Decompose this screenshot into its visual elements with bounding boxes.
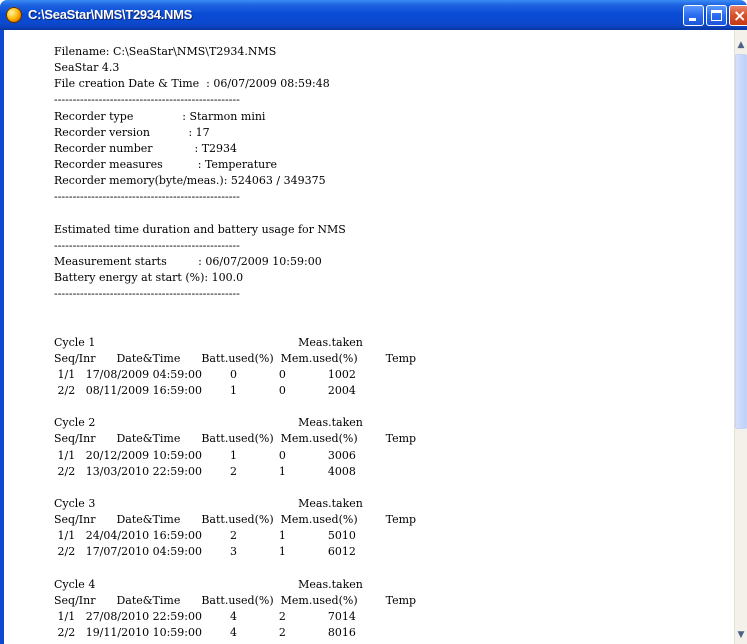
text-line: Recorder number : T2934 [54,141,238,155]
text-line: 2/2 17/07/2010 04:59:00 3 1 6012 [54,545,356,559]
text-line: Cycle 2 Meas.taken [54,416,363,430]
text-line: 1/1 17/08/2009 04:59:00 0 0 1002 [54,367,356,381]
text-line: Recorder memory(byte/meas.): 524063 / 34… [54,174,326,188]
text-line: Recorder type : Starmon mini [54,109,266,123]
text-line: File creation Date & Time : 06/07/2009 0… [54,77,330,91]
separator-line: ----------------------------------------… [54,190,240,204]
text-line: Cycle 1 Meas.taken [54,335,363,349]
separator-line: ----------------------------------------… [54,238,240,252]
minimize-icon [689,18,696,21]
text-line: 1/1 27/08/2010 22:59:00 4 2 7014 [54,609,356,623]
text-line: Estimated time duration and battery usag… [54,222,346,236]
maximize-button[interactable] [706,5,727,26]
text-line: 2/2 08/11/2009 16:59:00 1 0 2004 [54,383,356,397]
scroll-up-icon[interactable]: ▲ [735,38,747,52]
text-line: Seq/Inr Date&Time Batt.used(%) Mem.used(… [54,351,417,365]
window-title: C:\SeaStar\NMS\T2934.NMS [28,7,193,22]
text-line: Recorder measures : Temperature [54,157,278,171]
text-line: Recorder version : 17 [54,125,210,139]
text-line: Cycle 3 Meas.taken [54,496,363,510]
text-line: Seq/Inr Date&Time Batt.used(%) Mem.used(… [54,513,417,527]
title-bar[interactable]: C:\SeaStar\NMS\T2934.NMS × [0,0,747,30]
text-line: 1/1 24/04/2010 16:59:00 2 1 5010 [54,529,356,543]
scroll-down-icon[interactable]: ▼ [735,628,747,642]
scrollbar-thumb[interactable] [735,54,747,429]
text-line: Battery energy at start (%): 100.0 [54,270,244,284]
text-line: 2/2 13/03/2010 22:59:00 2 1 4008 [54,464,356,478]
text-line: SeaStar 4.3 [54,61,120,75]
app-icon[interactable] [6,7,22,23]
separator-line: ----------------------------------------… [54,287,240,301]
minimize-button[interactable] [683,5,704,26]
vertical-scrollbar[interactable]: ▲ ▼ [734,30,747,644]
close-icon: × [733,6,747,25]
file-report-text: Filename: C:\SeaStar\NMS\T2934.NMS SeaSta… [54,44,416,641]
text-line: 2/2 19/11/2010 10:59:00 4 2 8016 [54,626,356,640]
text-line: Seq/Inr Date&Time Batt.used(%) Mem.used(… [54,432,417,446]
text-line: Measurement starts : 06/07/2009 10:59:00 [54,254,322,268]
text-line: Cycle 4 Meas.taken [54,577,363,591]
text-line: Seq/Inr Date&Time Batt.used(%) Mem.used(… [54,593,417,607]
maximize-icon [711,10,722,21]
document-view[interactable]: Filename: C:\SeaStar\NMS\T2934.NMS SeaSta… [4,30,734,644]
close-button[interactable]: × [729,5,747,26]
text-line: 1/1 20/12/2009 10:59:00 1 0 3006 [54,448,356,462]
separator-line: ----------------------------------------… [54,93,240,107]
text-line: Filename: C:\SeaStar\NMS\T2934.NMS [54,45,277,58]
